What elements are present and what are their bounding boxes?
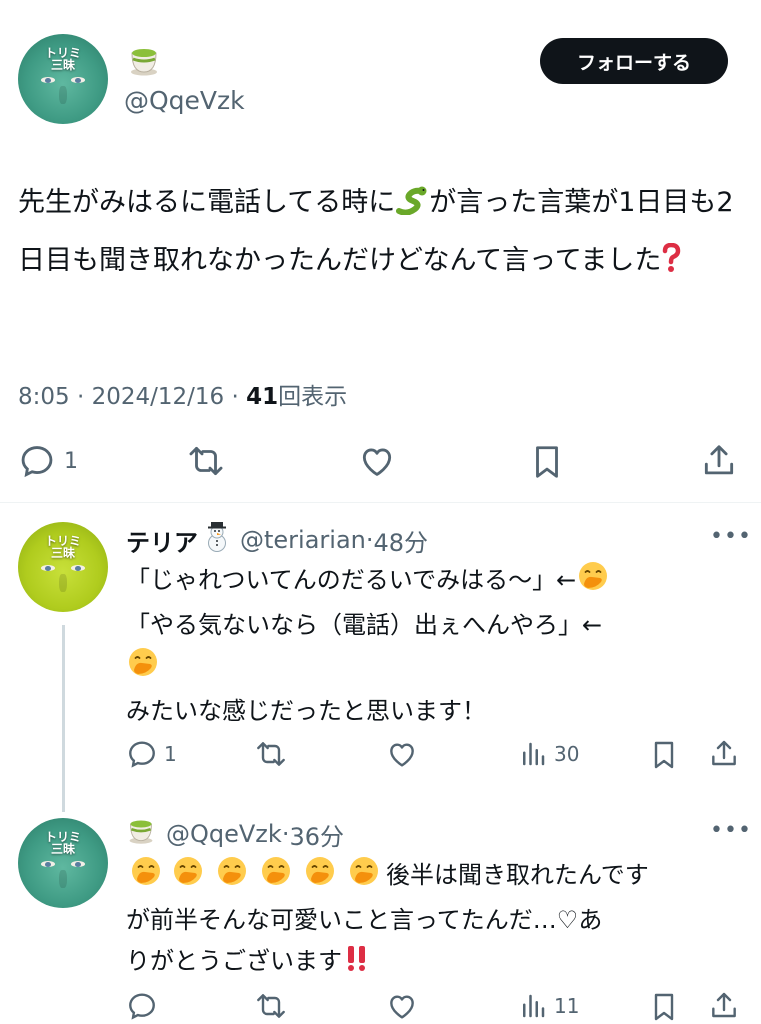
like-button[interactable] xyxy=(386,990,418,1022)
reply-author-name[interactable]: テリア xyxy=(126,523,198,558)
snowman-emoji xyxy=(202,521,232,559)
views-icon xyxy=(523,742,545,766)
reply-line: りがとうございます xyxy=(126,947,342,975)
hand-over-mouth-emoji xyxy=(166,855,210,900)
tea-emoji xyxy=(126,817,156,851)
bookmark-icon xyxy=(654,993,674,1021)
tea-emoji xyxy=(126,44,162,78)
reply-line: 「やる気ないなら（電話）出ぇへんやろ」← xyxy=(126,611,603,639)
tweet-meta: 8:05 · 2024/12/16 · 41回表示 xyxy=(18,384,348,410)
tweet-date[interactable]: 2024/12/16 xyxy=(92,384,225,410)
like-button[interactable] xyxy=(358,442,396,480)
hand-over-mouth-emoji xyxy=(210,855,254,900)
reply-header: テリア @teriarian · 48分 xyxy=(126,522,428,558)
retweet-icon xyxy=(257,994,285,1018)
reply-icon xyxy=(21,446,53,478)
reply-header: @QqeVzk · 36分 xyxy=(126,816,344,852)
reply-text: 「じゃれついてんのだるいでみはる〜」← 「やる気ないなら（電話）出ぇへんやろ」←… xyxy=(126,560,726,732)
more-icon[interactable]: ••• xyxy=(710,818,752,843)
hand-over-mouth-emoji xyxy=(576,560,610,605)
follow-button[interactable]: フォローする xyxy=(540,38,728,84)
thread-line xyxy=(62,625,65,812)
avatar-label: トリミ 三昧 xyxy=(44,829,81,856)
like-icon xyxy=(390,743,414,767)
retweet-button[interactable] xyxy=(254,990,288,1022)
views-icon xyxy=(523,994,545,1018)
share-icon xyxy=(712,992,736,1018)
double-exclamation-emoji xyxy=(342,943,372,986)
reply-avatar[interactable]: トリミ 三昧 xyxy=(18,522,108,612)
share-button[interactable] xyxy=(700,442,738,480)
bookmark-icon xyxy=(536,446,558,478)
hand-over-mouth-emoji xyxy=(342,855,386,900)
views-count: 41 xyxy=(246,384,279,410)
avatar-eyes xyxy=(18,77,108,84)
bookmark-icon xyxy=(654,741,674,769)
views-label: 回表示 xyxy=(278,384,348,410)
bookmark-button[interactable] xyxy=(648,738,680,772)
question-emoji xyxy=(661,238,681,292)
reply-button[interactable] xyxy=(126,990,158,1022)
bookmark-button[interactable] xyxy=(528,442,566,482)
share-icon xyxy=(704,445,734,475)
tweet-time[interactable]: 8:05 xyxy=(18,384,70,410)
reply-line: 後半は聞き取れたんです xyxy=(386,861,649,889)
like-icon xyxy=(390,995,414,1019)
share-button[interactable] xyxy=(708,738,740,770)
tweet-text-part1: 先生がみはるに電話してる時に xyxy=(18,187,396,218)
reply-author-handle[interactable]: @teriarian xyxy=(240,526,366,554)
reply-time[interactable]: 36分 xyxy=(289,817,344,852)
reply-time[interactable]: 48分 xyxy=(374,523,429,558)
hand-over-mouth-emoji xyxy=(126,646,160,691)
reply-button[interactable]: 1 xyxy=(18,442,78,480)
reply-line: みたいな感じだったと思います！ xyxy=(126,697,486,725)
snake-emoji xyxy=(395,180,429,234)
reply-count: 1 xyxy=(64,448,78,474)
author-avatar[interactable]: トリミ 三昧 xyxy=(18,34,108,124)
avatar-label: トリミ 三昧 xyxy=(44,533,81,560)
retweet-icon xyxy=(189,446,223,476)
avatar-label: トリミ 三昧 xyxy=(44,45,81,72)
views-button[interactable]: 11 xyxy=(518,990,579,1022)
retweet-button[interactable] xyxy=(186,442,226,480)
reply-button[interactable]: 1 xyxy=(126,738,177,770)
views-count: 11 xyxy=(554,994,580,1018)
share-icon xyxy=(712,740,736,766)
reply-author-handle[interactable]: @QqeVzk xyxy=(166,820,282,848)
author-handle[interactable]: @QqeVzk xyxy=(124,86,245,115)
hand-over-mouth-emoji xyxy=(254,855,298,900)
retweet-icon xyxy=(257,742,285,766)
hand-over-mouth-emoji xyxy=(298,855,342,900)
retweet-button[interactable] xyxy=(254,738,288,770)
reply-line: が前半そんな可愛いこと言ってたんだ…♡あ xyxy=(126,906,603,934)
like-icon xyxy=(362,448,392,476)
more-icon[interactable]: ••• xyxy=(710,524,752,549)
reply-line: 「じゃれついてんのだるいでみはる〜」← xyxy=(126,566,577,594)
divider xyxy=(0,502,761,503)
reply-icon xyxy=(129,993,155,1020)
tweet-text: 先生がみはるに電話してる時に が言った言葉が1日目も2日目も聞き取れなかったんだけ… xyxy=(18,176,743,292)
like-button[interactable] xyxy=(386,738,418,770)
bookmark-button[interactable] xyxy=(648,990,680,1024)
reply-avatar[interactable]: トリミ 三昧 xyxy=(18,818,108,908)
reply-text: 後半は聞き取れたんです が前半そんな可愛いこと言ってたんだ…♡あ りがとうござい… xyxy=(126,855,726,986)
views-count: 30 xyxy=(554,742,580,766)
hand-over-mouth-emoji xyxy=(126,855,166,900)
views-button[interactable]: 30 xyxy=(518,738,579,770)
share-button[interactable] xyxy=(708,990,740,1022)
reply-count: 1 xyxy=(164,742,177,766)
reply-icon xyxy=(129,741,155,768)
